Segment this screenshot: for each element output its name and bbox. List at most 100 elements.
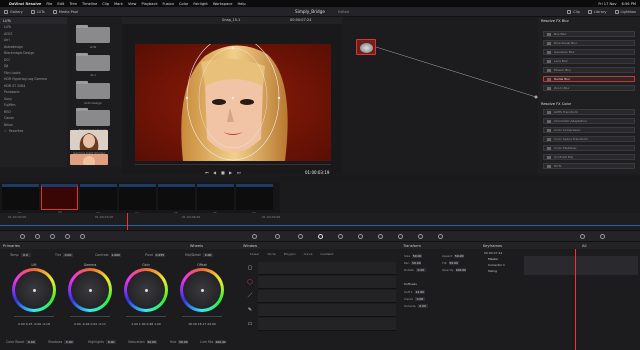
fx-item[interactable]: Gaussian Blur	[543, 49, 635, 55]
next-frame-icon[interactable]: ⏭	[237, 170, 241, 175]
keyframes-mode-select[interactable]: All	[582, 244, 586, 248]
linear-tab[interactable]: Linear	[250, 252, 259, 256]
lightbox-button[interactable]: Lightbox	[611, 9, 640, 14]
clip-thumbnail[interactable]: 01	[2, 184, 39, 215]
media-pool-button[interactable]: Media Pool	[49, 9, 82, 14]
viewer-image[interactable]	[135, 44, 331, 161]
pan-field[interactable]: Pan 50.00	[404, 261, 422, 265]
library-button[interactable]: Library	[584, 9, 611, 14]
menu-view[interactable]: View	[128, 2, 137, 6]
field-value[interactable]: 0.00	[417, 304, 428, 308]
menu-timeline[interactable]: Timeline	[82, 2, 97, 6]
menu-clip[interactable]: Clip	[102, 2, 109, 6]
lift-wheel[interactable]	[12, 268, 56, 312]
param-value[interactable]: 0.00	[203, 253, 214, 257]
param-value[interactable]: 50.00	[146, 340, 157, 344]
qualifier-icon[interactable]	[298, 234, 303, 239]
temp-param[interactable]: Temp 0.0	[10, 253, 31, 257]
hdr-icon[interactable]	[65, 234, 70, 239]
viewer[interactable]	[122, 24, 342, 174]
gradient-tab[interactable]: Gradient	[320, 252, 333, 256]
inside-field[interactable]: Inside 0.00	[404, 297, 425, 301]
param-value[interactable]: 100.00	[215, 340, 226, 344]
clip-thumbnail[interactable]: 06	[197, 184, 234, 215]
fx-item-selected[interactable]: Radial Blur	[543, 76, 635, 82]
key-icon[interactable]	[398, 234, 403, 239]
clip-button[interactable]: Clip	[563, 9, 584, 14]
luts-button[interactable]: LUTs	[27, 9, 49, 14]
window-row[interactable]	[258, 318, 396, 331]
menu-fusion[interactable]: Fusion	[163, 2, 175, 6]
aspect-field[interactable]: Aspect 50.00	[442, 254, 465, 258]
field-value[interactable]: 50.00	[448, 261, 459, 265]
gradient-window-icon[interactable]: ▭	[246, 320, 254, 328]
fx-item[interactable]: Lens Blur	[543, 58, 635, 64]
fx-item[interactable]: Zoom Blur	[543, 85, 635, 91]
keyframe-track[interactable]: Master	[488, 257, 498, 261]
sizing-icon[interactable]	[418, 234, 423, 239]
folder-thumbnail[interactable]: Astrodesign	[74, 81, 112, 107]
gamma-values[interactable]: 0.00 -0.04 0.02 -0.11	[66, 322, 114, 326]
reverse-icon[interactable]: ◀	[213, 170, 216, 175]
3d-icon[interactable]	[438, 234, 443, 239]
param-value[interactable]: 0.00	[64, 340, 75, 344]
param-value[interactable]: 0.00	[106, 340, 117, 344]
clip-thumbnail[interactable]: 03	[80, 184, 117, 215]
shadows-param[interactable]: Shadows 0.00	[48, 340, 75, 344]
fx-item[interactable]: Directional Blur	[543, 40, 635, 46]
window-row[interactable]	[258, 304, 396, 317]
menu-mark[interactable]: Mark	[114, 2, 123, 6]
fx-item[interactable]: Chromatic Adaptation	[543, 118, 635, 124]
gain-wheel[interactable]	[124, 268, 168, 312]
hue-param[interactable]: Hue 50.00	[170, 340, 189, 344]
size-field[interactable]: Size 50.00	[404, 254, 423, 258]
menu-trim[interactable]: Trim	[69, 2, 77, 6]
blur-icon[interactable]	[378, 234, 383, 239]
keyframe-track[interactable]: Sizing	[488, 269, 497, 273]
magic-mask-icon[interactable]	[358, 234, 363, 239]
wheel-puck[interactable]	[32, 288, 36, 292]
window-row[interactable]	[258, 290, 396, 303]
viewer-scrubber[interactable]	[135, 164, 331, 165]
keyframe-playhead[interactable]	[575, 249, 576, 350]
menu-app-name[interactable]: DaVinci Resolve	[9, 2, 41, 6]
play-icon[interactable]: ▶	[229, 170, 232, 175]
window-icon[interactable]	[318, 234, 323, 239]
curve-tab[interactable]: Curve	[304, 252, 313, 256]
menu-workspace[interactable]: Workspace	[213, 2, 233, 6]
lift-master-slider[interactable]	[14, 316, 54, 317]
lift-values[interactable]: 0.00 0.23 -0.06 -0.18	[10, 322, 58, 326]
outside-field[interactable]: Outside 0.00	[404, 304, 428, 308]
wheel-puck[interactable]	[88, 288, 92, 292]
gain-values[interactable]: 1.00 1.00 0.98 1.00	[122, 322, 170, 326]
info-icon[interactable]	[600, 234, 605, 239]
param-value[interactable]: 1.000	[110, 253, 121, 257]
contrast-param[interactable]: Contrast 1.000	[95, 253, 121, 257]
offset-master-slider[interactable]	[182, 316, 222, 317]
polygon-tab[interactable]: Polygon	[284, 252, 296, 256]
lum-mix-param[interactable]: Lum Mix 100.00	[200, 340, 226, 344]
rotate-field[interactable]: Rotate 0.00	[404, 268, 426, 272]
linear-window-icon[interactable]: ▢	[246, 264, 254, 272]
color-boost-param[interactable]: Color Boost 0.00	[6, 340, 37, 344]
gain-master-slider[interactable]	[126, 316, 166, 317]
field-value[interactable]: 100.00	[455, 268, 466, 272]
window-row[interactable]	[258, 262, 396, 275]
fx-item[interactable]: Box Blur	[543, 31, 635, 37]
keyframe-track[interactable]: Corrector 1	[488, 263, 505, 267]
fx-item[interactable]: ACES Transform	[543, 109, 635, 115]
polygon-window-icon[interactable]: ／	[246, 292, 254, 300]
keyframe-lanes[interactable]	[524, 256, 638, 275]
menu-file[interactable]: File	[46, 2, 52, 6]
param-value[interactable]: 0.435	[154, 253, 165, 257]
mid-detail-param[interactable]: Mid/Detail 0.00	[185, 253, 214, 257]
playhead[interactable]	[127, 213, 128, 230]
tilt-field[interactable]: Tilt 50.00	[442, 261, 459, 265]
folder-thumbnail[interactable]: LUTs	[74, 25, 112, 51]
fx-item[interactable]: Color Stabilizer	[543, 145, 635, 151]
timeline-ruler[interactable]: 01:00:00:00 01:00:03:00 01:00:06:00 01:0…	[0, 213, 640, 230]
opacity-field[interactable]: Opacity 100.00	[442, 268, 466, 272]
scopes-icon[interactable]	[580, 234, 585, 239]
rgb-mixer-icon[interactable]	[80, 234, 85, 239]
offset-wheel[interactable]	[180, 268, 224, 312]
